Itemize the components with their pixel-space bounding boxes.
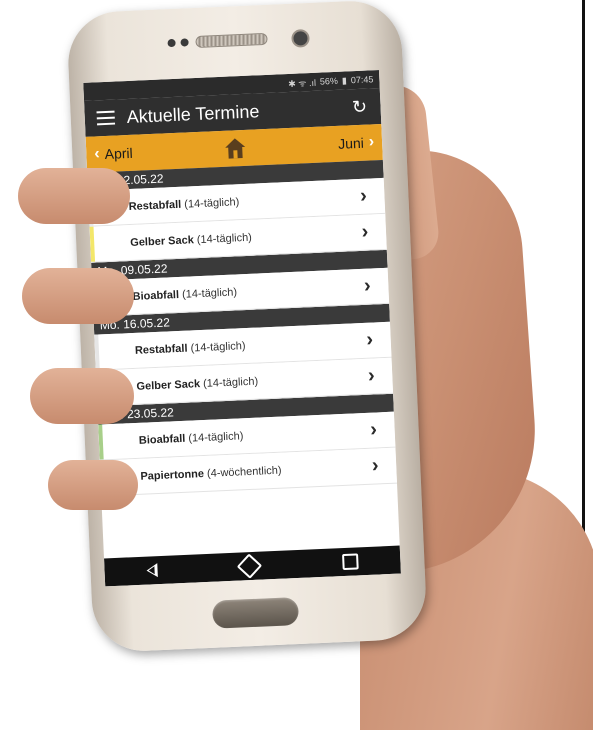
waste-type-name: Bioabfall [132, 288, 180, 303]
finger [48, 460, 138, 510]
phone: ✱ ᯤ .ıl 56% ▮ 07:45 Aktuelle Termine ↻ ‹… [66, 0, 428, 653]
house-icon[interactable] [223, 137, 248, 160]
earpiece-speaker [195, 32, 268, 48]
finger [22, 268, 134, 324]
chevron-right-icon: › [371, 454, 380, 477]
home-icon[interactable] [237, 553, 263, 579]
prev-month-button[interactable]: ‹ April [94, 144, 133, 164]
refresh-icon[interactable]: ↻ [346, 96, 373, 118]
chevron-right-icon: › [367, 364, 376, 387]
waste-interval: (14-täglich) [181, 285, 238, 301]
waste-color-stripe [98, 424, 104, 460]
next-month-button[interactable]: Juni › [338, 133, 375, 153]
finger [30, 368, 134, 424]
waste-type-name: Gelber Sack [129, 233, 195, 249]
waste-type-name: Restabfall [128, 198, 182, 213]
appointment-list: Mo. 02.05.22 Restabfall (14-täglich) › Gelb… [87, 159, 398, 497]
waste-interval: (4-wöchentlich) [206, 464, 282, 480]
app-title: Aktuelle Termine [126, 100, 260, 127]
chevron-left-icon: ‹ [93, 145, 101, 163]
prev-month-label: April [104, 144, 134, 163]
back-icon[interactable] [146, 563, 158, 578]
waste-type-label: Bioabfall (14-täglich) [132, 281, 356, 303]
chevron-right-icon: › [361, 220, 369, 243]
waste-interval: (14-täglich) [202, 375, 259, 390]
waste-type-label: Papiertonne (4-wöchentlich) [140, 461, 364, 483]
battery-icon: ▮ [341, 74, 348, 86]
waste-type-label: Gelber Sack (14-täglich) [136, 371, 360, 393]
front-camera [291, 29, 310, 48]
waste-color-stripe [94, 334, 100, 370]
waste-color-stripe [89, 226, 96, 262]
waste-type-name: Gelber Sack [136, 377, 201, 393]
waste-type-name: Bioabfall [138, 432, 186, 447]
sensor-dot [167, 38, 176, 48]
finger [18, 168, 130, 224]
next-month-label: Juni [337, 134, 365, 152]
status-icons: ✱ ᯤ .ıl [287, 77, 317, 89]
waste-type-label: Bioabfall (14-täglich) [139, 425, 363, 447]
phone-home-button[interactable] [211, 597, 300, 629]
hamburger-menu-icon[interactable] [96, 110, 116, 126]
waste-type-label: Gelber Sack (14-täglich) [129, 227, 354, 249]
waste-type-label: Restabfall (14-täglich) [135, 335, 359, 357]
chevron-right-icon: › [365, 328, 374, 351]
battery-level: 56% [319, 75, 339, 87]
waste-type-label: Restabfall (14-täglich) [128, 191, 352, 213]
waste-interval: (14-täglich) [190, 339, 246, 354]
waste-interval: (14-täglich) [188, 429, 244, 445]
chevron-right-icon: › [368, 133, 375, 151]
android-nav-bar [104, 545, 401, 587]
sensor-dot [180, 38, 189, 47]
waste-type-name: Papiertonne [140, 467, 205, 483]
clock: 07:45 [350, 74, 374, 86]
waste-type-name: Restabfall [134, 342, 188, 357]
chevron-right-icon: › [369, 418, 378, 441]
waste-interval: (14-täglich) [184, 195, 240, 211]
screen: ✱ ᯤ .ıl 56% ▮ 07:45 Aktuelle Termine ↻ ‹… [83, 70, 401, 587]
waste-interval: (14-täglich) [196, 231, 253, 246]
recent-apps-icon[interactable] [342, 553, 359, 571]
chevron-right-icon: › [363, 274, 372, 297]
chevron-right-icon: › [359, 184, 368, 207]
phone-sensors [67, 23, 402, 58]
